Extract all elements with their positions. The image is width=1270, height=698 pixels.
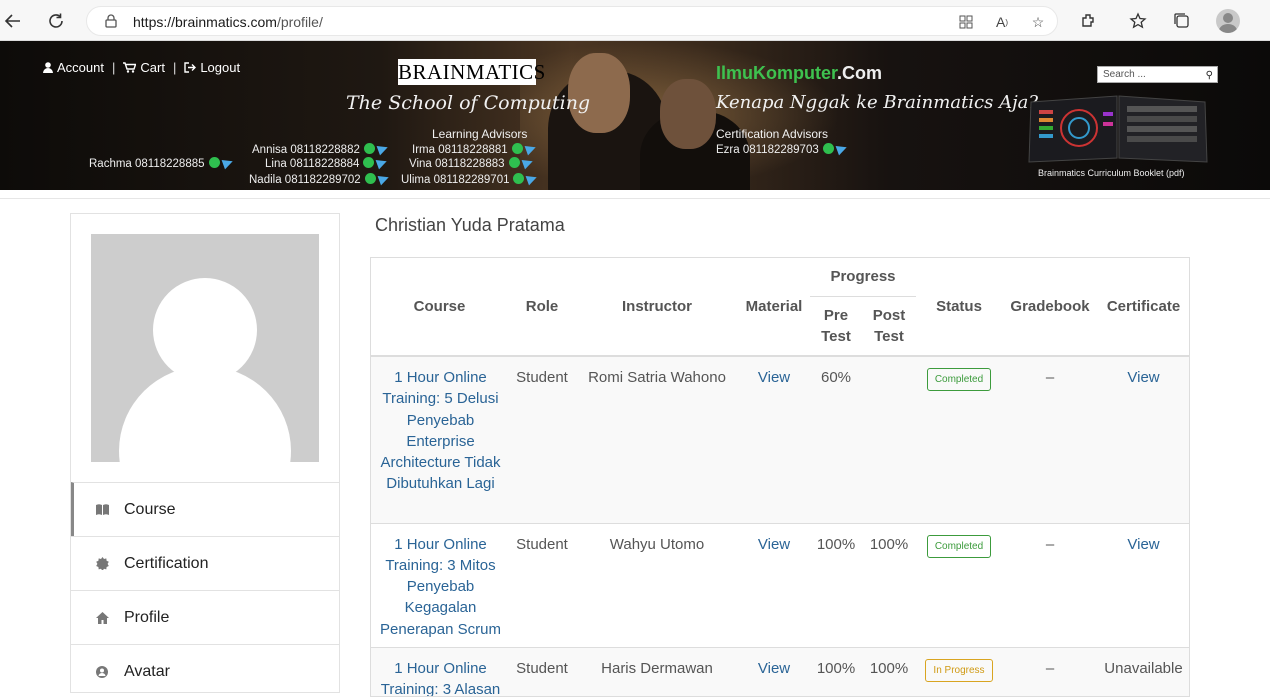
status-badge: Completed <box>926 368 992 391</box>
sidebar-menu: Course Certification Profile Avatar <box>71 482 339 698</box>
role-cell: Student <box>516 535 568 553</box>
site-search-input[interactable]: Search ... ⚲ <box>1097 66 1218 83</box>
logout-link[interactable]: Logout <box>184 60 240 75</box>
pre-test-cell: 100% <box>816 535 856 553</box>
avatar <box>91 234 319 462</box>
home-icon <box>95 611 109 625</box>
gradebook-cell: – <box>1045 659 1055 677</box>
col-header-certificate: Certificate <box>1106 298 1181 315</box>
sidebar-item-certification[interactable]: Certification <box>71 536 339 590</box>
ilmu-tagline: Kenapa Nggak ke Brainmatics Aja? <box>716 92 1039 113</box>
account-link[interactable]: Account <box>43 60 104 75</box>
collections-icon[interactable] <box>1171 10 1193 32</box>
cart-icon <box>123 62 137 73</box>
status-badge: In Progress <box>925 658 993 682</box>
instructor-cell: Haris Dermawan <box>601 659 713 677</box>
course-link[interactable]: 1 Hour Online Training: 3 Alasan <box>381 660 501 697</box>
certificate-cell: Unavailable <box>1104 659 1183 677</box>
brainmatics-logo[interactable]: BRAINMATICS <box>398 59 545 85</box>
extensions-icon[interactable] <box>1078 10 1100 32</box>
app-available-icon[interactable] <box>957 13 975 31</box>
refresh-icon[interactable] <box>43 8 69 34</box>
col-header-pre-test: Pre Test <box>821 306 851 345</box>
ilmukomputer-logo[interactable]: IlmuKomputer.Com <box>716 63 882 84</box>
logout-icon <box>184 62 197 73</box>
table-row: 1 Hour Online Training: 5 Delusi Penyeba… <box>371 356 1189 523</box>
curriculum-booklet-image[interactable] <box>1027 92 1209 165</box>
page-title: Christian Yuda Pratama <box>375 215 565 235</box>
col-header-gradebook: Gradebook <box>1010 298 1090 315</box>
course-table: Course Role Instructor Material Progress… <box>370 257 1190 697</box>
table-row: 1 Hour Online Training: 3 Mitos Penyebab… <box>371 523 1189 647</box>
col-header-role: Role <box>525 298 559 315</box>
browser-toolbar: https://brainmatics.com/profile/ A) ☆ <box>0 0 1270 41</box>
col-header-material: Material <box>745 298 803 315</box>
col-header-post-test: Post Test <box>872 306 906 345</box>
address-bar[interactable]: https://brainmatics.com/profile/ A) ☆ <box>86 6 1058 36</box>
brand-tagline: The School of Computing <box>346 92 591 114</box>
profile-sidebar: Course Certification Profile Avatar <box>70 213 340 693</box>
cert-advisors-title: Certification Advisors <box>716 127 829 141</box>
cart-link[interactable]: Cart <box>123 60 165 75</box>
book-icon <box>95 503 109 517</box>
contact-ezra: Ezra 081182289703 <box>716 142 849 156</box>
post-test-cell: 100% <box>869 659 909 677</box>
divider <box>0 198 1270 199</box>
contact-nadila: Nadila 081182289702 <box>249 172 391 186</box>
add-favorite-icon[interactable]: ☆ <box>1029 13 1047 31</box>
read-aloud-icon[interactable]: A) <box>993 13 1011 31</box>
contact-irma: Irma 08118228881 <box>412 142 538 156</box>
learning-advisors-title: Learning Advisors <box>432 127 528 141</box>
booklet-caption[interactable]: Brainmatics Curriculum Booklet (pdf) <box>1038 168 1185 178</box>
contact-ulima: Ulima 081182289701 <box>401 172 539 186</box>
col-header-instructor: Instructor <box>621 298 692 315</box>
role-cell: Student <box>516 659 568 677</box>
search-icon[interactable]: ⚲ <box>1206 68 1213 83</box>
gradebook-cell: – <box>1045 369 1055 386</box>
instructor-cell: Romi Satria Wahono <box>588 369 726 386</box>
col-header-progress: Progress <box>810 258 916 297</box>
sidebar-item-profile[interactable]: Profile <box>71 590 339 644</box>
lock-icon <box>105 14 117 28</box>
pre-test-cell: 100% <box>816 659 856 677</box>
post-test-cell <box>862 356 916 523</box>
certificate-view-link[interactable]: View <box>1127 536 1159 553</box>
url-text: https://brainmatics.com/profile/ <box>133 14 323 30</box>
material-view-link[interactable]: View <box>758 369 790 386</box>
col-header-status: Status <box>936 298 982 315</box>
site-banner: Account | Cart | Logout BRAINMATICS The … <box>0 41 1270 190</box>
contact-lina: Lina 08118228884 <box>265 156 389 170</box>
user-circle-icon <box>95 665 109 679</box>
status-badge: Completed <box>926 534 992 558</box>
certificate-view-link[interactable]: View <box>1127 369 1159 386</box>
sidebar-item-avatar[interactable]: Avatar <box>71 644 339 698</box>
contact-vina: Vina 08118228883 <box>409 156 534 170</box>
table-row: 1 Hour Online Training: 3 Alasan Student… <box>371 647 1189 697</box>
post-test-cell: 100% <box>869 535 909 553</box>
col-header-course: Course <box>413 298 466 315</box>
pre-test-cell: 60% <box>820 369 852 386</box>
material-view-link[interactable]: View <box>758 536 790 553</box>
favorites-icon[interactable] <box>1127 10 1149 32</box>
role-cell: Student <box>516 369 568 386</box>
banner-photo-face-2 <box>660 79 716 149</box>
back-icon[interactable] <box>0 8 26 34</box>
course-link[interactable]: 1 Hour Online Training: 3 Mitos Penyebab… <box>380 536 501 638</box>
contact-annisa: Annisa 08118228882 <box>252 142 390 156</box>
user-icon <box>43 62 53 73</box>
gradebook-cell: – <box>1045 535 1055 553</box>
top-nav: Account | Cart | Logout <box>43 60 240 75</box>
course-link[interactable]: 1 Hour Online Training: 5 Delusi Penyeba… <box>380 369 500 492</box>
material-view-link[interactable]: View <box>758 660 790 677</box>
certificate-icon <box>95 557 109 571</box>
contact-rachma: Rachma 08118228885 <box>89 156 234 170</box>
instructor-cell: Wahyu Utomo <box>609 535 705 553</box>
profile-avatar-icon[interactable] <box>1216 9 1240 33</box>
sidebar-item-course[interactable]: Course <box>71 482 339 536</box>
